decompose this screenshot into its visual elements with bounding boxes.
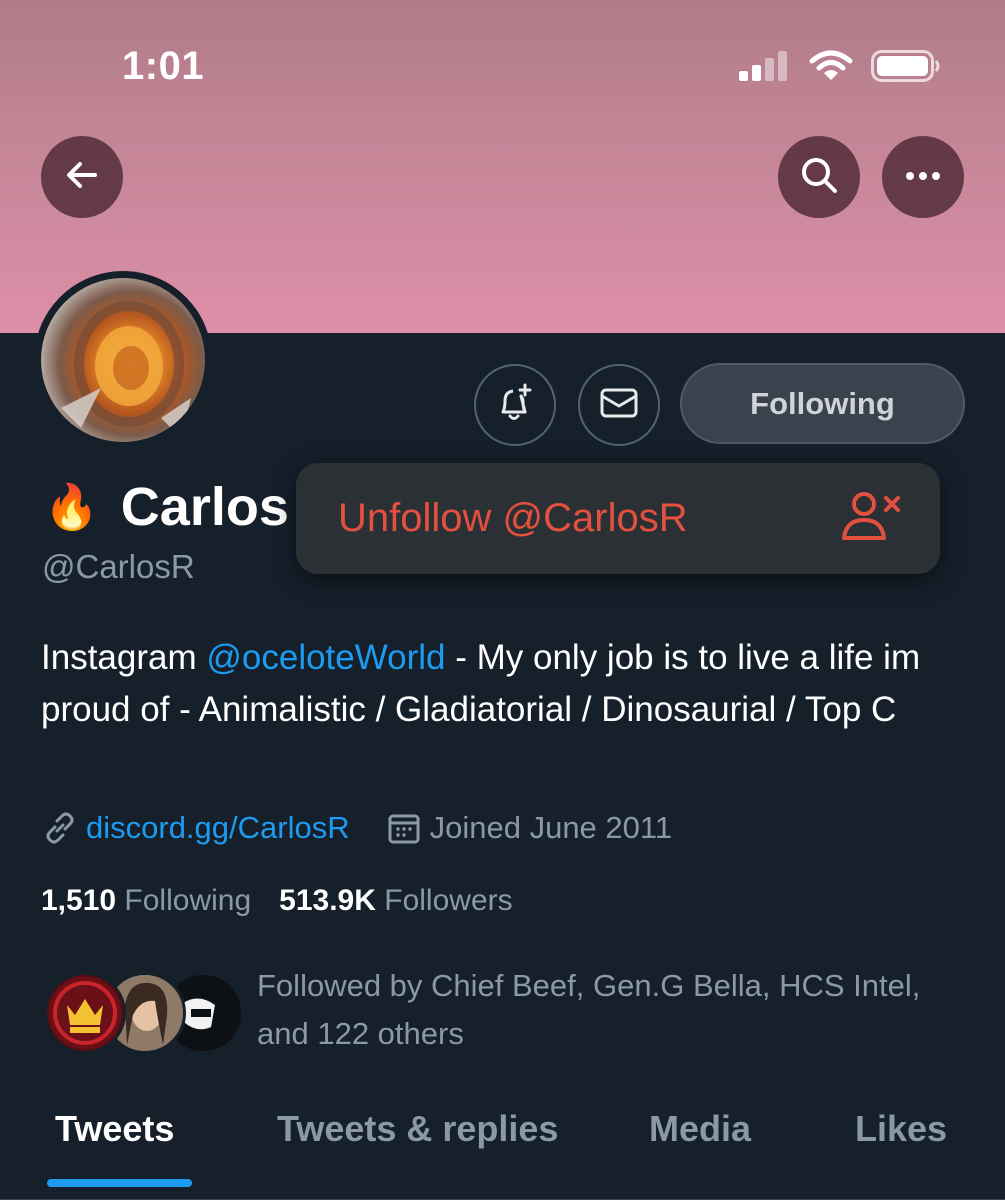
tab-likes[interactable]: Likes [855, 1108, 947, 1150]
fire-emoji: 🔥 [44, 483, 99, 532]
bio-mention-link[interactable]: @oceloteWorld [206, 638, 445, 677]
followed-by-avatars[interactable] [44, 972, 244, 1056]
back-button[interactable] [41, 136, 123, 218]
tab-media[interactable]: Media [649, 1108, 751, 1150]
followed-by-text[interactable]: Followed by Chief Beef, Gen.G Bella, HCS… [257, 962, 957, 1058]
follower-avatar [44, 972, 126, 1054]
website-link[interactable]: discord.gg/CarlosR [86, 810, 350, 846]
following-stat[interactable]: 1,510 Following [41, 884, 251, 918]
active-tab-indicator [47, 1179, 192, 1187]
profile-meta: discord.gg/CarlosR Joined June 2011 [42, 810, 672, 846]
profile-handle: @CarlosR [42, 548, 195, 585]
followers-count: 513.9K [279, 884, 376, 917]
followers-stat[interactable]: 513.9K Followers [279, 884, 512, 918]
profile-bio: Instagram @oceloteWorld - My only job is… [41, 632, 971, 736]
status-icons [739, 50, 941, 87]
following-count: 1,510 [41, 884, 117, 917]
arrow-left-icon [64, 157, 100, 198]
bio-prefix: Instagram [41, 638, 207, 677]
wifi-icon [809, 50, 853, 87]
calendar-icon [388, 812, 420, 844]
more-button[interactable] [882, 136, 964, 218]
search-button[interactable] [778, 136, 860, 218]
following-label: Following [124, 884, 252, 917]
bell-plus-icon [494, 382, 536, 429]
unfollow-label: Unfollow @CarlosR [338, 496, 688, 540]
avatar[interactable] [34, 271, 212, 449]
person-remove-icon [840, 490, 902, 547]
message-button[interactable] [578, 364, 660, 446]
unfollow-menu-item[interactable]: Unfollow @CarlosR [296, 463, 940, 574]
joined-date: Joined June 2011 [429, 810, 673, 845]
link-icon [42, 810, 78, 846]
tab-tweets-and-replies[interactable]: Tweets & replies [277, 1108, 558, 1150]
profile-stats: 1,510 Following 513.9K Followers [41, 884, 513, 918]
tab-tweets[interactable]: Tweets [55, 1108, 174, 1150]
battery-icon [871, 50, 941, 87]
status-time: 1:01 [122, 44, 205, 88]
notifications-button[interactable] [474, 364, 556, 446]
profile-name: Carlos [120, 477, 289, 537]
search-icon [799, 155, 839, 200]
avatar-image [41, 278, 205, 442]
followers-label: Followers [384, 884, 513, 917]
more-horizontal-icon [905, 168, 941, 186]
following-button[interactable]: Following [680, 363, 965, 444]
envelope-icon [599, 386, 639, 425]
cellular-signal-icon [739, 51, 791, 86]
profile-name-row: 🔥 Carlos [44, 476, 289, 538]
